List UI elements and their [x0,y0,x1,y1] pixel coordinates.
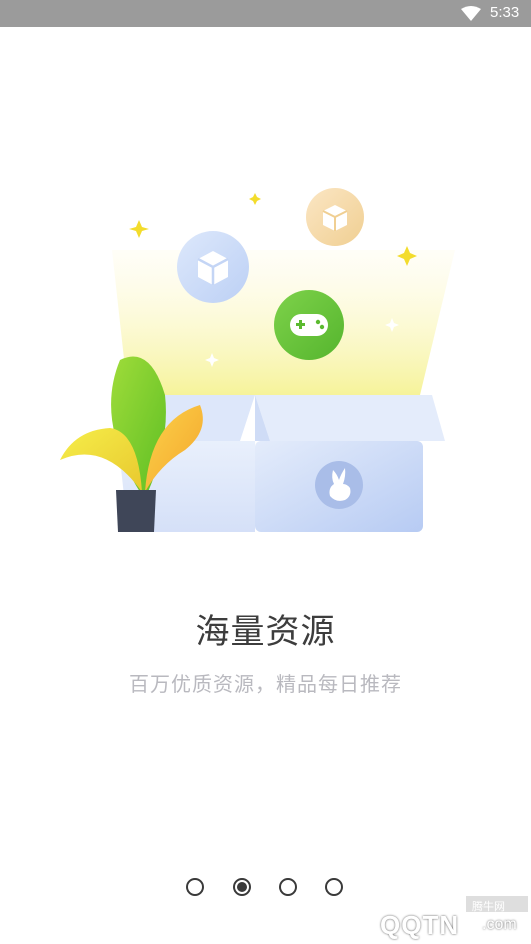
gift-box [118,395,445,532]
gamepad-icon [274,290,344,360]
box-icon [177,231,249,303]
page-title: 海量资源 [195,612,336,652]
watermark-suffix: .com [482,916,517,933]
cube-icon [306,188,364,246]
watermark-site: 腾牛网 [472,901,505,913]
page-subtitle: 百万优质资源，精品每日推荐 [129,672,402,696]
page-dot-2[interactable] [233,878,251,896]
page-dot-3[interactable] [279,878,297,896]
onboarding-illustration [60,188,455,532]
watermark-brand: QQTN [380,910,460,940]
page-dot-1[interactable] [186,878,204,896]
rabbit-logo-icon [315,461,363,509]
